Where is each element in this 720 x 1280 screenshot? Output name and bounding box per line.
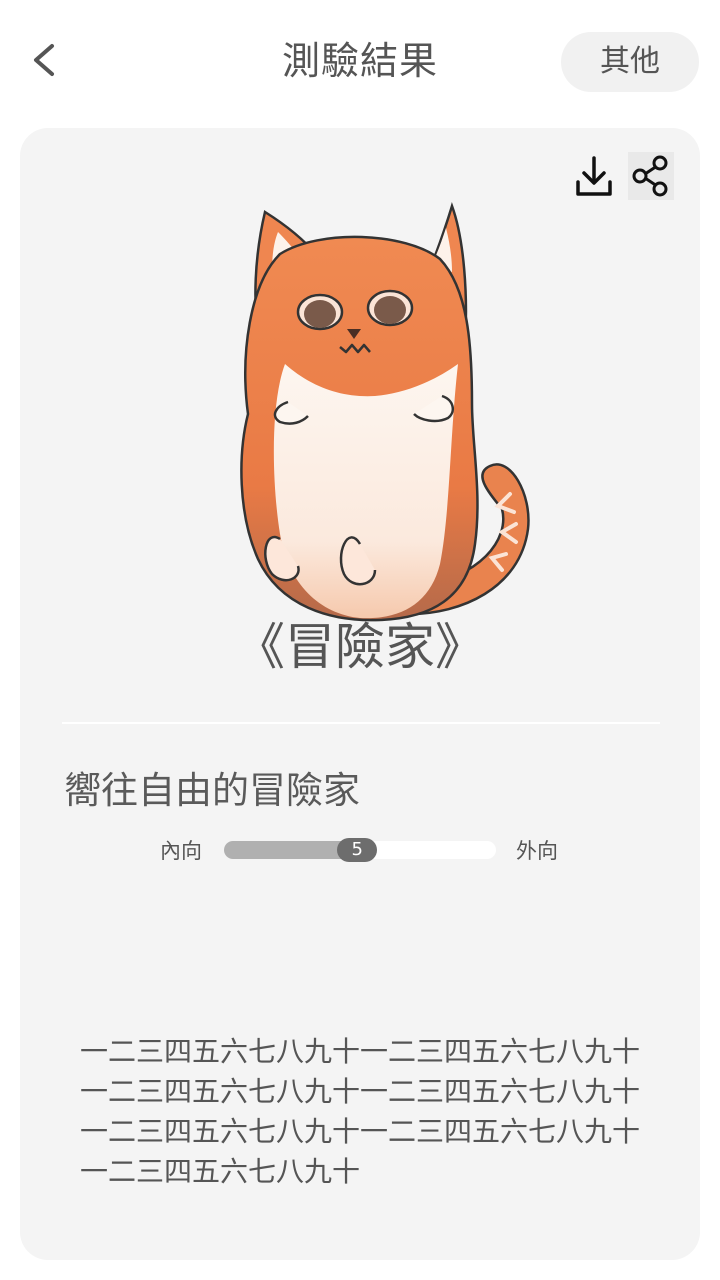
other-button[interactable]: 其他 bbox=[561, 32, 699, 92]
scale-left-label: 內向 bbox=[160, 839, 202, 863]
result-card: 《冒險家》 嚮往自由的冒險家 內向 5 外向 一二三四五六七八九十一二三四五六七… bbox=[20, 128, 700, 1260]
personality-scale: 5 bbox=[224, 838, 496, 862]
share-icon bbox=[632, 155, 668, 197]
result-subtitle: 嚮往自由的冒險家 bbox=[64, 769, 360, 812]
scale-value-badge: 5 bbox=[337, 838, 378, 862]
result-title: 《冒險家》 bbox=[235, 618, 485, 676]
share-button[interactable] bbox=[628, 152, 674, 200]
scale-right-label: 外向 bbox=[516, 839, 558, 863]
download-button[interactable] bbox=[572, 152, 616, 200]
result-description: 一二三四五六七八九十一二三四五六七八九十一二三四五六七八九十一二三四五六七八九十… bbox=[80, 1035, 641, 1188]
cat-illustration bbox=[240, 202, 530, 622]
download-icon bbox=[576, 156, 612, 196]
top-bar: 測驗結果 其他 bbox=[0, 0, 720, 120]
divider bbox=[62, 722, 660, 724]
